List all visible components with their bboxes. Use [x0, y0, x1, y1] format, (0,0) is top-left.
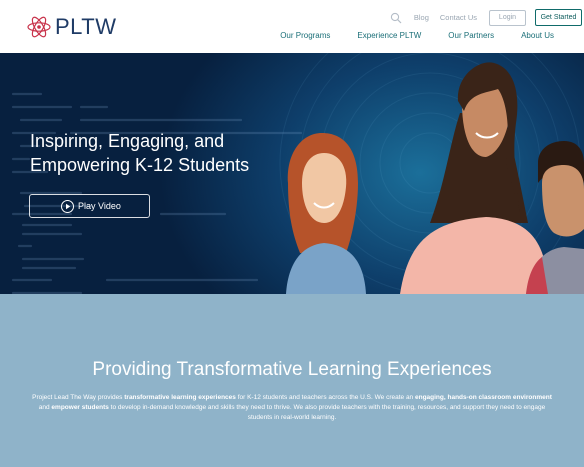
utility-nav: Blog Contact Us Login Get Started — [390, 9, 582, 26]
site-header: PLTW Blog Contact Us Login Get Started O… — [0, 0, 584, 53]
contact-us-link[interactable]: Contact Us — [440, 13, 477, 22]
get-started-button[interactable]: Get Started — [535, 9, 582, 26]
play-video-label: Play Video — [78, 201, 121, 211]
mission-text-2: transformative learning experiences — [124, 394, 236, 401]
atom-logo-icon — [27, 16, 51, 38]
pltw-logo[interactable]: PLTW — [27, 13, 116, 41]
mission-text-5: and — [38, 404, 52, 411]
nav-experience-pltw[interactable]: Experience PLTW — [357, 31, 421, 40]
mission-text-7: to develop in-demand knowledge and skill… — [108, 404, 546, 421]
mission-text-4: engaging, hands-on classroom environment — [414, 394, 552, 401]
nav-our-partners[interactable]: Our Partners — [448, 31, 494, 40]
hero-heading: Inspiring, Engaging, and Empowering K-12… — [30, 129, 310, 177]
mission-text-1: Project Lead The Way provides — [32, 394, 125, 401]
nav-about-us[interactable]: About Us — [521, 31, 554, 40]
mission-section: Providing Transformative Learning Experi… — [0, 294, 584, 467]
login-button[interactable]: Login — [489, 9, 526, 26]
mission-paragraph: Project Lead The Way provides transforma… — [28, 393, 556, 423]
search-icon[interactable] — [390, 12, 402, 24]
play-video-button[interactable]: Play Video — [29, 194, 150, 218]
logo-wordmark: PLTW — [55, 14, 117, 39]
mission-text-3: for K-12 students and teachers across th… — [235, 394, 415, 401]
mission-heading: Providing Transformative Learning Experi… — [92, 359, 492, 380]
mission-text-6: empower students — [51, 404, 109, 411]
play-circle-icon — [61, 200, 74, 213]
nav-our-programs[interactable]: Our Programs — [280, 31, 330, 40]
hero-heading-line-2: Empowering K-12 Students — [30, 155, 250, 175]
hero-banner: Inspiring, Engaging, and Empowering K-12… — [0, 53, 584, 294]
hero-heading-line-1: Inspiring, Engaging, and — [30, 131, 225, 151]
students-photo — [286, 62, 584, 294]
main-nav: Our Programs Experience PLTW Our Partner… — [280, 31, 554, 40]
blog-link[interactable]: Blog — [414, 13, 429, 22]
